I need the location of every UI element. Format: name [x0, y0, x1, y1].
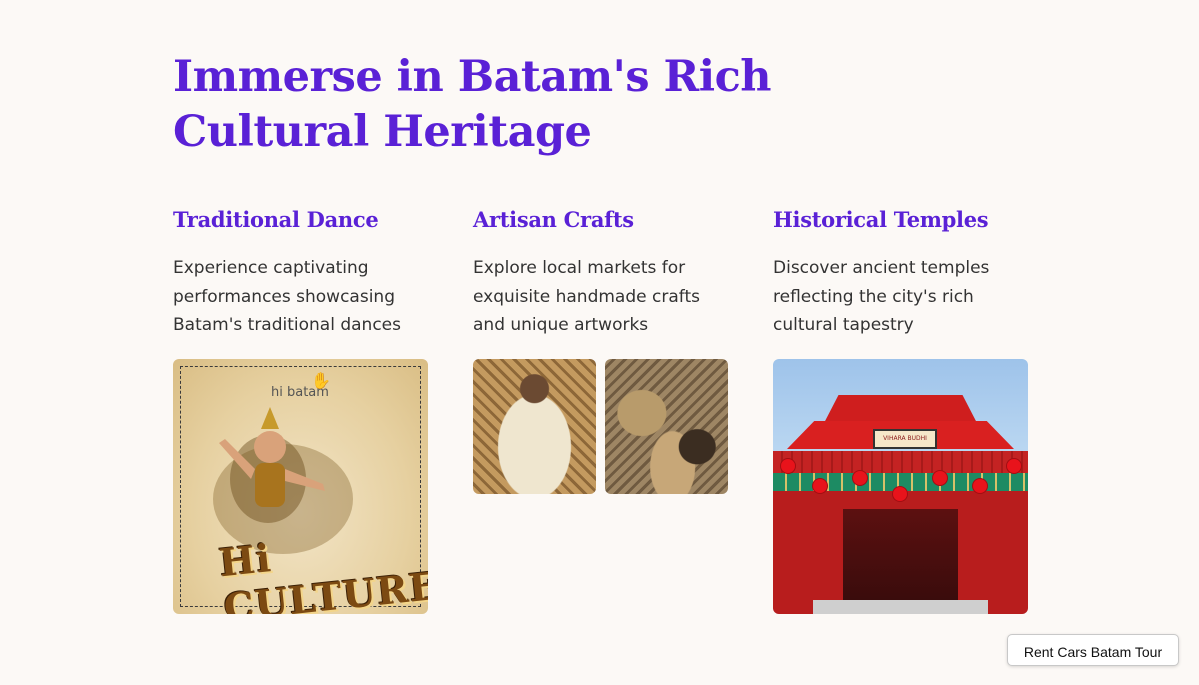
- lantern-icon: [933, 471, 947, 485]
- culture-card-traditional-dance: Traditional Dance Experience captivating…: [173, 200, 433, 614]
- traditional-dance-image: hi batam ✋ Hi CULTURE: [173, 359, 428, 614]
- card-description: Explore local markets for exquisite hand…: [473, 258, 700, 335]
- card-title: Historical Temples: [773, 207, 989, 232]
- lantern-icon: [893, 487, 907, 501]
- culture-card-artisan-crafts: Artisan Crafts Explore local markets for…: [473, 200, 733, 494]
- lantern-icon: [973, 479, 987, 493]
- card-description: Experience captivating performances show…: [173, 258, 401, 335]
- card-title: Traditional Dance: [173, 207, 379, 232]
- weaver-photo: [473, 359, 596, 494]
- temple-steps: [813, 600, 988, 614]
- lantern-icon: [813, 479, 827, 493]
- baskets-photo: [605, 359, 728, 494]
- lantern-icon: [1007, 459, 1021, 473]
- rent-cars-batam-tour-button[interactable]: Rent Cars Batam Tour: [1007, 634, 1179, 666]
- lantern-icon: [781, 459, 795, 473]
- temple-entrance: [843, 509, 958, 600]
- card-description: Discover ancient temples reflecting the …: [773, 258, 990, 335]
- temple-upper-roof: [823, 395, 978, 425]
- artisan-crafts-images: [473, 359, 728, 494]
- culture-card-historical-temples: Historical Temples Discover ancient temp…: [773, 200, 1033, 614]
- temple-roof-tiles: [773, 451, 1028, 473]
- temple-sign: VIHARA BUDHI BHAKTI: [873, 429, 937, 458]
- card-title: Artisan Crafts: [473, 207, 634, 232]
- historical-temple-image: VIHARA BUDHI BHAKTI: [773, 359, 1028, 614]
- lantern-icon: [853, 471, 867, 485]
- page-title: Immerse in Batam's Rich Cultural Heritag…: [173, 52, 772, 157]
